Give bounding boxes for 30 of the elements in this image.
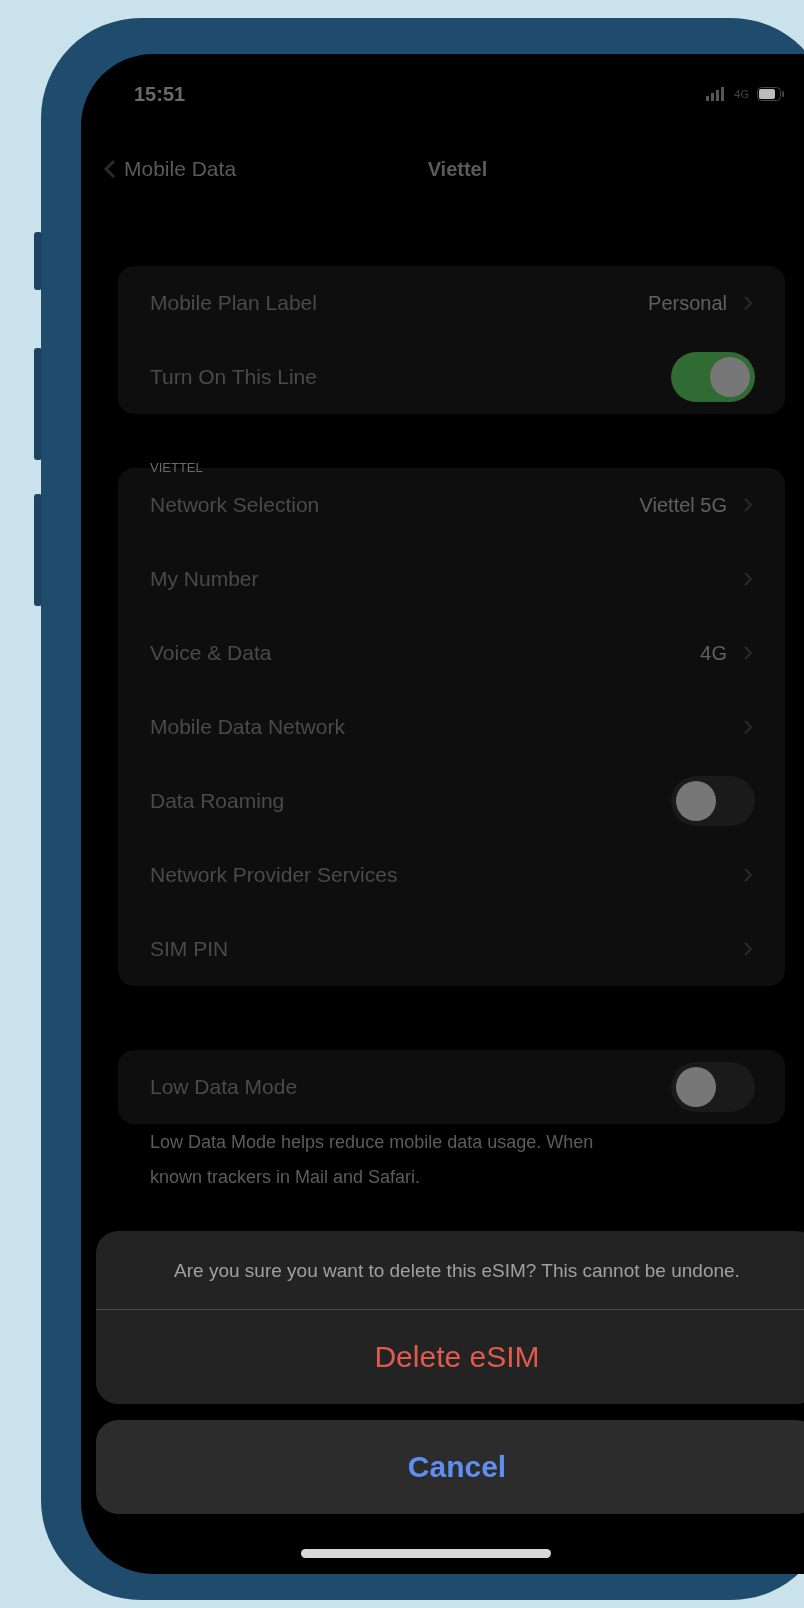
- footer-text: known trackers in Mail and Safari.: [150, 1167, 422, 1188]
- network-type: 4G: [734, 88, 749, 100]
- settings-row[interactable]: Mobile Data Network: [118, 690, 785, 764]
- chevron-icon: [743, 295, 753, 311]
- chevron-icon: [743, 571, 753, 587]
- settings-row[interactable]: Mobile Plan Label Personal: [118, 266, 785, 340]
- settings-row[interactable]: Network Provider Services: [118, 838, 785, 912]
- settings-row[interactable]: Low Data Mode: [118, 1050, 785, 1124]
- toggle-switch[interactable]: [671, 352, 755, 402]
- toggle-switch[interactable]: [671, 1062, 755, 1112]
- chevron-icon: [743, 867, 753, 883]
- chevron-icon: [743, 941, 753, 957]
- battery-icon: [757, 87, 785, 101]
- section-header: VIETTEL: [150, 460, 204, 477]
- nav-title: Viettel: [427, 157, 488, 181]
- chevron-icon: [743, 645, 753, 661]
- chevron-icon: [743, 719, 753, 735]
- back-chevron-icon: [104, 159, 116, 179]
- back-link[interactable]: Mobile Data: [104, 157, 237, 181]
- status-time: 15:51: [134, 82, 186, 106]
- settings-row[interactable]: Turn On This Line: [118, 340, 785, 414]
- footer-text: Low Data Mode helps reduce mobile data usage. When: [150, 1132, 595, 1153]
- settings-row[interactable]: Data Roaming: [118, 764, 785, 838]
- settings-row[interactable]: Voice & Data 4G: [118, 616, 785, 690]
- settings-row[interactable]: SIM PIN: [118, 912, 785, 986]
- chevron-icon: [743, 497, 753, 513]
- signal-icon: [706, 87, 727, 101]
- settings-row[interactable]: My Number: [118, 542, 785, 616]
- cancel-button[interactable]: Cancel: [96, 1420, 804, 1514]
- toggle-switch[interactable]: [671, 776, 755, 826]
